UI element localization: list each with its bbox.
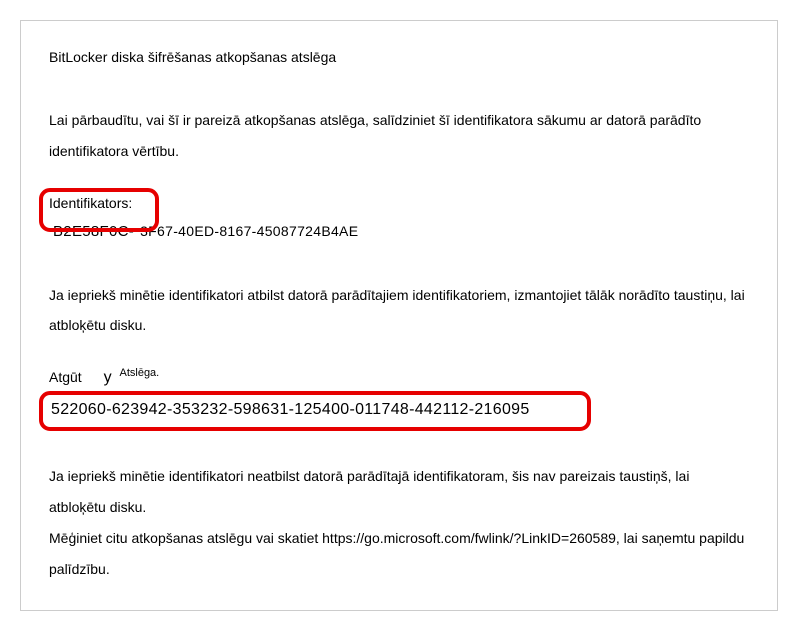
recovery-key-section: Atgūt y Atslēga. 522060-623942-353232-59… <box>49 369 749 423</box>
identifier-section: Identifikators: B2E58F0C- 3F67-40ED-8167… <box>49 195 749 246</box>
recovery-key-label-row: Atgūt y Atslēga. <box>49 369 749 387</box>
intro-paragraph: Lai pārbaudītu, vai šī ir pareizā atkopš… <box>49 105 749 167</box>
recovery-key-value: 522060-623942-353232-598631-125400-01174… <box>49 397 749 423</box>
recovery-label-part2: Atslēga. <box>119 367 159 379</box>
identifier-prefix: B2E58F0C- <box>49 217 140 246</box>
identifier-label: Identifikators: <box>49 195 749 211</box>
identifier-rest: 3F67-40ED-8167-45087724B4AE <box>140 217 358 245</box>
recovery-label-y: y <box>104 369 112 387</box>
footer-text: Ja iepriekš minētie identifikatori neatb… <box>49 468 744 576</box>
recovery-label-part1: Atgūt <box>49 369 82 385</box>
footer-paragraph: Ja iepriekš minētie identifikatori neatb… <box>49 461 749 584</box>
match-instruction-paragraph: Ja iepriekš minētie identifikatori atbil… <box>49 280 749 342</box>
identifier-value-row: B2E58F0C- 3F67-40ED-8167-45087724B4AE <box>49 217 749 246</box>
document-page: BitLocker diska šifrēšanas atkopšanas at… <box>20 20 778 611</box>
page-title: BitLocker diska šifrēšanas atkopšanas at… <box>49 49 749 65</box>
